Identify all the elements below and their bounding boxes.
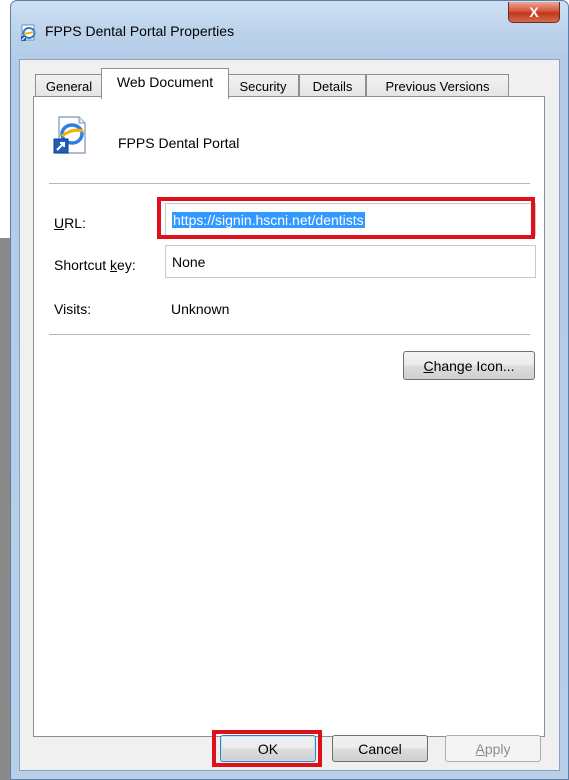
tab-label: General: [45, 79, 93, 94]
url-field[interactable]: https://signin.hscni.net/dentists: [165, 203, 536, 236]
visits-label: Visits:: [54, 301, 92, 317]
internet-shortcut-icon: [53, 116, 86, 154]
web-document-panel: FPPS Dental Portal URL: https://signin.h…: [33, 96, 545, 737]
visits-value: Unknown: [171, 301, 230, 317]
url-label: URL:: [54, 215, 86, 231]
shortcut-key-label-text: ey:: [117, 257, 136, 273]
shortcut-key-label: Shortcut key:: [54, 257, 136, 273]
tab-previous-versions[interactable]: Previous Versions: [366, 74, 509, 98]
properties-dialog: FPPS Dental Portal Properties X General …: [10, 0, 569, 780]
cancel-button-label: Cancel: [358, 740, 402, 757]
apply-button-accelerator: A: [475, 740, 485, 757]
shortcut-key-field[interactable]: None: [165, 245, 536, 278]
close-icon: X: [529, 4, 539, 20]
shortcut-key-label-text: Shortcut: [54, 257, 111, 273]
change-icon-button[interactable]: Change Icon...: [403, 351, 535, 380]
change-icon-label: hange Icon...: [433, 357, 515, 374]
tab-label: Web Document: [116, 74, 214, 90]
url-label-text: RL:: [64, 215, 86, 231]
window-title: FPPS Dental Portal Properties: [45, 23, 235, 39]
internet-shortcut-icon: [21, 24, 36, 41]
tab-label: Details: [312, 79, 353, 94]
tab-general[interactable]: General: [35, 74, 103, 98]
separator: [49, 334, 530, 336]
apply-button[interactable]: Apply: [445, 735, 541, 762]
background-window-edge: [0, 238, 10, 780]
ok-button-label: OK: [257, 740, 279, 757]
shortcut-key-value: None: [172, 254, 206, 270]
tab-label: Security: [239, 79, 287, 94]
close-button[interactable]: X: [508, 2, 560, 23]
url-label-accelerator: U: [54, 215, 65, 231]
change-icon-accelerator: C: [423, 357, 434, 374]
tab-web-document[interactable]: Web Document: [101, 68, 229, 99]
dialog-client-area: General Web Document Security Details Pr…: [19, 59, 560, 771]
tab-security[interactable]: Security: [227, 74, 299, 98]
title-bar[interactable]: FPPS Dental Portal Properties X: [11, 1, 568, 59]
tab-label: Previous Versions: [385, 79, 490, 94]
apply-button-label: pply: [484, 740, 511, 757]
url-value: https://signin.hscni.net/dentists: [172, 212, 365, 228]
shortcut-key-label-accelerator: k: [110, 257, 118, 273]
tab-details[interactable]: Details: [299, 74, 366, 98]
cancel-button[interactable]: Cancel: [332, 735, 428, 762]
separator: [49, 183, 530, 185]
document-name: FPPS Dental Portal: [118, 135, 240, 151]
ok-button[interactable]: OK: [220, 735, 316, 762]
